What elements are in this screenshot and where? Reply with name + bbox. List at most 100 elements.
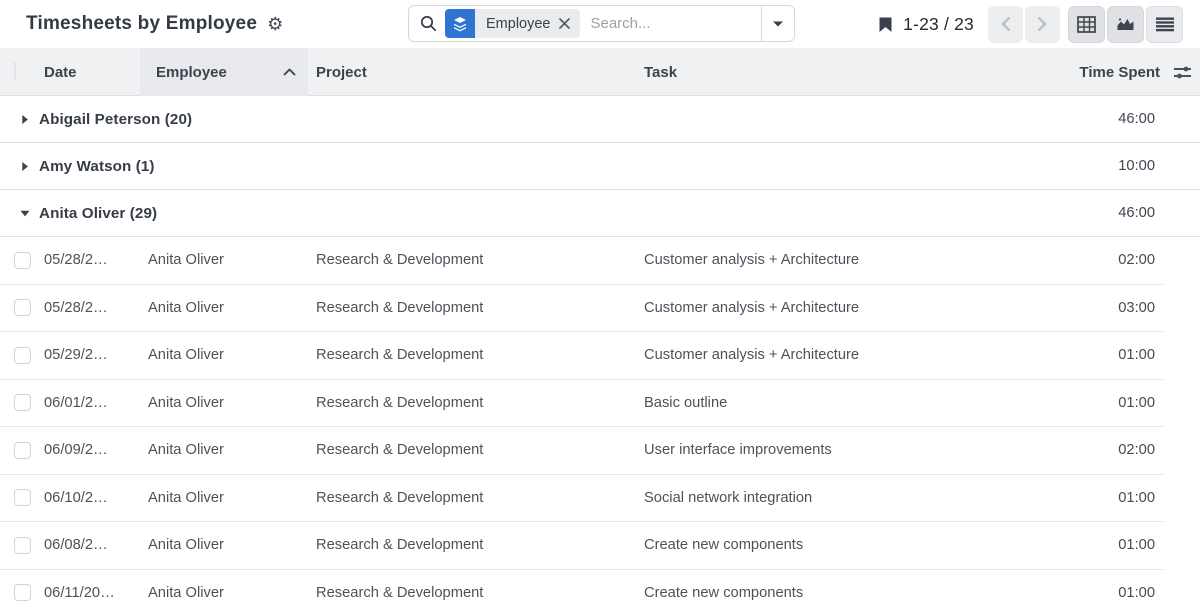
group-row[interactable]: Anita Oliver (29) 46:00 [0, 190, 1200, 237]
cell-task: User interface improvements [636, 427, 1020, 475]
cell-employee: Anita Oliver [140, 570, 308, 616]
cell-date: 06/08/2… [36, 522, 140, 570]
facet-label: Employee [486, 16, 550, 32]
table-row[interactable]: 06/01/2… Anita Oliver Research & Develop… [0, 380, 1200, 428]
cell-task: Customer analysis + Architecture [636, 237, 1020, 285]
cell-date: 06/10/2… [36, 475, 140, 523]
cell-project: Research & Development [308, 475, 636, 523]
row-checkbox[interactable] [14, 394, 31, 411]
group-row[interactable]: Amy Watson (1) 10:00 [0, 143, 1200, 190]
cell-employee: Anita Oliver [140, 475, 308, 523]
gear-icon[interactable]: ⚙ [267, 15, 283, 33]
search-icon [409, 15, 445, 32]
cell-time: 01:00 [1020, 522, 1164, 570]
row-checkbox[interactable] [14, 442, 31, 459]
column-header-task[interactable]: Task [636, 64, 1020, 81]
area-chart-icon [1116, 16, 1135, 32]
optional-columns-toggle[interactable] [1164, 48, 1200, 96]
facet-remove-icon[interactable] [559, 18, 570, 29]
cell-time: 01:00 [1020, 332, 1164, 380]
cell-employee: Anita Oliver [140, 237, 308, 285]
group-expand-caret-icon[interactable] [20, 163, 30, 170]
view-switcher-pivot-button[interactable] [1068, 6, 1105, 43]
table-row[interactable]: 06/10/2… Anita Oliver Research & Develop… [0, 475, 1200, 523]
chevron-down-icon [772, 20, 784, 28]
chevron-right-icon [1037, 16, 1048, 32]
cell-time: 02:00 [1020, 427, 1164, 475]
table-row[interactable]: 06/09/2… Anita Oliver Research & Develop… [0, 427, 1200, 475]
row-checkbox[interactable] [14, 489, 31, 506]
cell-task: Social network integration [636, 475, 1020, 523]
pivot-table-icon [1077, 16, 1096, 33]
cell-project: Research & Development [308, 427, 636, 475]
table-row[interactable]: 06/08/2… Anita Oliver Research & Develop… [0, 522, 1200, 570]
group-row[interactable]: Abigail Peterson (20) 46:00 [0, 96, 1200, 143]
cell-date: 06/09/2… [36, 427, 140, 475]
cell-project: Research & Development [308, 285, 636, 333]
cell-time: 01:00 [1020, 475, 1164, 523]
cell-date: 06/01/2… [36, 380, 140, 428]
table-row[interactable]: 05/28/2… Anita Oliver Research & Develop… [0, 285, 1200, 333]
row-checkbox[interactable] [14, 299, 31, 316]
cell-employee: Anita Oliver [140, 285, 308, 333]
search-options-toggle[interactable] [761, 6, 794, 41]
table-row[interactable]: 05/29/2… Anita Oliver Research & Develop… [0, 332, 1200, 380]
cell-date: 05/28/2… [36, 237, 140, 285]
groupby-layers-icon [445, 9, 475, 38]
cell-task: Basic outline [636, 380, 1020, 428]
cell-task: Create new components [636, 570, 1020, 616]
cell-time: 03:00 [1020, 285, 1164, 333]
column-header-project[interactable]: Project [308, 64, 636, 81]
pager-next-button[interactable] [1025, 6, 1060, 43]
group-name: Amy Watson (1) [39, 158, 155, 175]
search-facet-employee[interactable]: Employee [445, 9, 580, 38]
group-total-time: 46:00 [1020, 205, 1164, 221]
cell-time: 01:00 [1020, 570, 1164, 616]
select-all-checkbox[interactable] [0, 63, 36, 81]
row-checkbox[interactable] [14, 537, 31, 554]
cell-task: Customer analysis + Architecture [636, 332, 1020, 380]
pager-previous-button[interactable] [988, 6, 1023, 43]
table-body: Abigail Peterson (20) 46:00 Amy Watson (… [0, 96, 1200, 616]
group-total-time: 10:00 [1020, 158, 1164, 174]
cell-project: Research & Development [308, 332, 636, 380]
cell-date: 05/29/2… [36, 332, 140, 380]
sort-asc-icon [283, 68, 296, 76]
sliders-icon [1173, 64, 1192, 81]
cell-date: 05/28/2… [36, 285, 140, 333]
favorite-bookmark-icon[interactable] [878, 16, 893, 33]
cell-task: Create new components [636, 522, 1020, 570]
control-panel: Timesheets by Employee ⚙ Employee Search… [0, 0, 1200, 48]
page-title: Timesheets by Employee [26, 13, 257, 35]
row-checkbox[interactable] [14, 584, 31, 601]
search-bar[interactable]: Employee Search... [408, 5, 795, 42]
group-expand-caret-icon[interactable] [20, 210, 30, 217]
table-row[interactable]: 06/11/20… Anita Oliver Research & Develo… [0, 570, 1200, 616]
cell-employee: Anita Oliver [140, 522, 308, 570]
row-checkbox[interactable] [14, 252, 31, 269]
list-icon [1156, 17, 1174, 32]
table-row[interactable]: 05/28/2… Anita Oliver Research & Develop… [0, 237, 1200, 285]
row-checkbox[interactable] [14, 347, 31, 364]
cell-employee: Anita Oliver [140, 427, 308, 475]
cell-time: 01:00 [1020, 380, 1164, 428]
column-header-time-spent[interactable]: Time Spent [1020, 64, 1164, 81]
group-expand-caret-icon[interactable] [20, 116, 30, 123]
table-header: Date Employee Project Task Time Spent [0, 48, 1200, 96]
cell-project: Research & Development [308, 380, 636, 428]
column-header-employee[interactable]: Employee [140, 48, 308, 96]
cell-time: 02:00 [1020, 237, 1164, 285]
view-switcher-list-button[interactable] [1146, 6, 1183, 43]
group-name: Abigail Peterson (20) [39, 111, 192, 128]
cell-task: Customer analysis + Architecture [636, 285, 1020, 333]
cell-date: 06/11/20… [36, 570, 140, 616]
group-total-time: 46:00 [1020, 111, 1164, 127]
cell-project: Research & Development [308, 522, 636, 570]
view-switcher-graph-button[interactable] [1107, 6, 1144, 43]
pager-range: 1-23 / 23 [903, 14, 974, 35]
search-input[interactable]: Search... [590, 15, 761, 32]
column-header-date[interactable]: Date [36, 64, 140, 81]
chevron-left-icon [1000, 16, 1011, 32]
cell-project: Research & Development [308, 237, 636, 285]
group-name: Anita Oliver (29) [39, 205, 157, 222]
